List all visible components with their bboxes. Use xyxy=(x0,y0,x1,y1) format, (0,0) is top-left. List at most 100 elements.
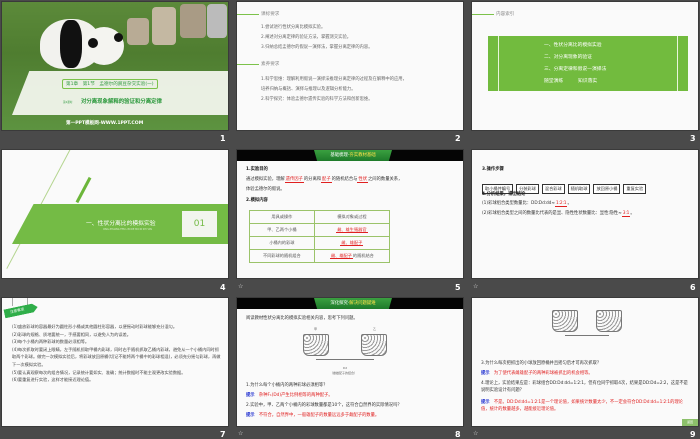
figure-caption: （雌雄配子的结合） xyxy=(330,371,358,375)
table-cell: 小桶内的彩球 xyxy=(249,236,315,250)
figure-label: 甲 xyxy=(314,327,318,331)
tree-stump-decoration xyxy=(180,4,206,38)
connector-line xyxy=(316,359,374,360)
section-subtitle: XING ZHUANG FEN LI BI DE MO NI SHI YAN xyxy=(103,228,152,231)
question-1: 1.为什么每个小桶内的两种彩球必须相等？ xyxy=(246,383,328,388)
slide-number: 5 xyxy=(455,283,461,292)
answer-3: 提示 为了使代表雌雄配子的两种彩球被抓出的机会相等。 xyxy=(481,371,593,376)
table-cell: 雌、雄生殖器官 xyxy=(313,223,391,237)
slide-thumbnail-9[interactable]: 3.为什么每次把抓出的小球放回原桶并且摇匀后才可再次抓取？ 提示 为了使代表雌雄… xyxy=(472,298,698,426)
table-cell: 甲、乙两个小桶 xyxy=(249,223,315,237)
animation-icon[interactable]: ☆ xyxy=(473,283,478,290)
connector-line xyxy=(565,335,609,336)
result-line-1: (1)彩球组合类型数量比：DD∶Dd∶dd≈1∶2∶1。 xyxy=(482,201,572,207)
text-line: 2.科学探究：体验孟德尔遗传实验的科学方法和创新思维。 xyxy=(261,97,373,102)
slide-thumbnail-2[interactable]: 课标要求 1.尝试进行性状分离比模拟实验。 2.阐述对分离定律的验证方法，掌握测… xyxy=(237,2,463,130)
text-line: 1.科学思维：理解利用假说—演绎法推理分离定律的过程及在解释中的应用， xyxy=(261,77,407,82)
slide-thumbnail-5[interactable]: 基础梳理·夯实教材基础 1.实验目的 通过模拟实验，理解遗传因子的分离和配子的随… xyxy=(237,150,463,278)
contents-item-knowledge[interactable]: 知识落实 xyxy=(578,78,597,85)
answer-1: 提示 杂种F₁(Dd)产生比例相等的两种配子。 xyxy=(246,393,333,398)
heading-purpose: 1.实验目的 xyxy=(246,167,268,172)
animation-icon[interactable]: ☆ xyxy=(238,283,243,290)
notice-list: (1)盛放彩球的容器最好为圆柱形小桶或其他圆柱形容器，以便摇动时彩球能够充分混匀… xyxy=(12,323,222,384)
section-title: 一、性状分离比的模拟实验 xyxy=(86,221,156,227)
text-line: 培养归纳与概括、演绎与推理以及逻辑分析能力。 xyxy=(261,87,356,92)
text-line: 2.阐述对分离定律的验证方法，掌握测交实验。 xyxy=(261,35,352,40)
contents-item-2[interactable]: 二、对分离现象的验证 xyxy=(544,54,592,61)
table-cell: 不同彩球的随机组合 xyxy=(249,249,315,263)
contents-item-3[interactable]: 三、分离定律和假说—演绎法 xyxy=(544,66,606,73)
heading-accent-line xyxy=(237,64,259,65)
panda-image xyxy=(60,20,82,68)
intro-text: 阅读教材性状分离比的模拟实验相关内容，思考下列问题。 xyxy=(246,316,358,321)
panda-image xyxy=(114,33,123,42)
slide-number: 1 xyxy=(220,134,226,143)
text-line: 1.尝试进行性状分离比模拟实验。 xyxy=(261,25,326,30)
result-line-2: (2)彩球组合类型之间的数量比代表的是显、隐性性状数量比：显性∶隐性≈3∶1。 xyxy=(482,211,635,217)
hanging-string-decoration xyxy=(12,298,28,306)
header-tab: 深化探究·解决问题疑难 xyxy=(314,298,392,309)
heading-steps: 3.操作步骤 xyxy=(482,167,504,172)
slide-number: 2 xyxy=(455,134,461,143)
slide-thumbnail-7[interactable]: 注意事项 (1)盛放彩球的容器最好为圆柱形小桶或其他圆柱形容器，以便摇动时彩球能… xyxy=(2,298,228,426)
list-item: (1)盛放彩球的容器最好为圆柱形小桶或其他圆柱形容器，以便摇动时彩球能够充分混匀… xyxy=(12,324,178,329)
answer-4: 提示 不是。DD∶Dd∶dd=1∶2∶1是一个理论值，如果统计数量太少，不一定会… xyxy=(481,400,683,412)
list-item: (2)彩球的规格、质地要统一，手感要相同，以避免人为的误差。 xyxy=(12,331,131,337)
heading-content: 2.模拟内容 xyxy=(246,198,268,203)
answer-2: 提示 不符合。自然界中，一般雄配子的数量远远多于雌配子的数量。 xyxy=(246,413,380,418)
bucket-illustration xyxy=(552,310,578,332)
bucket-illustration xyxy=(303,334,329,356)
slide-number: 4 xyxy=(220,283,226,292)
bucket-illustration xyxy=(361,334,387,356)
heading-accent-line xyxy=(472,14,494,15)
contents-box: 一、性状分离比的模拟实验 二、对分离现象的验证 三、分离定律和假说—演绎法 随堂… xyxy=(488,36,688,91)
header-tab: 基础梳理·夯实教材基础 xyxy=(314,150,392,161)
lesson-tag: 第2课时 xyxy=(63,101,73,104)
list-item: (5)要认真观察每次的组合情况，记录统计要如实、准确；统计数据时不能主观更改实验… xyxy=(12,369,186,375)
heading-results: 4.分析结果，得出结论 xyxy=(482,192,526,197)
slide-number: 6 xyxy=(690,283,696,292)
figure-label: 乙 xyxy=(373,327,377,331)
purpose-text: 体验孟德尔的假说。 xyxy=(246,187,285,192)
question-3: 3.为什么每次把抓出的小球放回原桶并且摇匀后才可再次抓取？ xyxy=(481,361,602,366)
table-header: 用具或操作 xyxy=(249,210,315,224)
simulation-table: 用具或操作 模拟对象或过程 甲、乙两个小桶 雌、雄生殖器官 小桶内的彩球 雌、雄配子 … xyxy=(249,210,391,263)
back-button[interactable]: 返回 xyxy=(682,419,698,426)
purpose-text: 通过模拟实验，理解遗传因子的分离和配子的随机结合与性状之间的数量关系， xyxy=(246,177,403,183)
chapter-label: 第1章 第1节 孟德尔的豌豆杂交实验(一) xyxy=(62,79,158,89)
heading-literacy: 素养要求 xyxy=(261,62,280,67)
contents-item-practice[interactable]: 随堂演练 xyxy=(544,78,563,85)
table-cell: 雌、雄配子 xyxy=(313,236,391,250)
step-box: 随机取球 xyxy=(567,184,591,194)
section-number-badge: 01 xyxy=(182,211,217,237)
tree-stump-decoration xyxy=(207,4,227,38)
step-box: 混合彩球 xyxy=(541,184,565,194)
slide-thumbnail-3[interactable]: 内容索引 一、性状分离比的模拟实验 二、对分离现象的验证 三、分离定律和假说—演… xyxy=(472,2,698,130)
panda-image xyxy=(88,38,98,48)
slide-thumbnail-6[interactable]: 3.操作步骤 取小桶并编号 分装彩球 混合彩球 随机取球 放回原小桶 重复实验 4.分析结… xyxy=(472,150,698,278)
step-box: 放回原小桶 xyxy=(593,184,621,194)
animation-icon[interactable]: ☆ xyxy=(473,430,478,437)
list-item: (4)每次抓取时要闭上眼睛，左手随机抓取甲桶内彩球，同时右手随机抓取乙桶内彩球，… xyxy=(12,346,221,367)
footer-watermark: 第一PPT模板网-WWW.1PPT.COM xyxy=(66,121,144,126)
table-cell: 雌、雄配子的随机结合 xyxy=(313,249,391,263)
diagonal-accent-decoration xyxy=(75,176,92,204)
title-band xyxy=(12,71,228,115)
heading-curriculum: 课标要求 xyxy=(261,12,280,17)
slide-thumbnail-8[interactable]: 深化探究·解决问题疑难 阅读教材性状分离比的模拟实验相关内容，思考下列问题。 甲… xyxy=(237,298,463,426)
animation-icon[interactable]: ☆ xyxy=(238,430,243,437)
tree-stump-decoration xyxy=(127,18,149,45)
step-box: 重复实验 xyxy=(623,184,647,194)
tree-stump-decoration xyxy=(152,7,176,45)
contents-item-1[interactable]: 一、性状分离比的模拟实验 xyxy=(544,42,602,49)
slide-number: 3 xyxy=(690,134,696,143)
question-2: 2.实验中，甲、乙两个小桶内的彩球数量都是10个，这符合自然界的实际情况吗？ xyxy=(246,403,402,408)
bucket-illustration xyxy=(596,310,622,332)
list-item: (3)每个小桶内两种彩球的数量必须相等。 xyxy=(12,339,90,345)
heading-accent-line xyxy=(237,14,259,15)
slide-thumbnail-4[interactable]: 一、性状分离比的模拟实验 XING ZHUANG FEN LI BI DE MO… xyxy=(2,150,228,278)
question-4: 4.理论上，实验结果应是：彩球组合DD∶Dd∶dd=1∶2∶1，但有位同学抓取4… xyxy=(481,381,688,393)
slide-title: 对分离现象解释的验证和分离定律 xyxy=(81,99,162,105)
heading-contents: 内容索引 xyxy=(496,12,515,17)
slide-thumbnail-1[interactable]: 第1章 第1节 孟德尔的豌豆杂交实验(一) 第2课时 对分离现象解释的验证和分离… xyxy=(2,2,228,130)
